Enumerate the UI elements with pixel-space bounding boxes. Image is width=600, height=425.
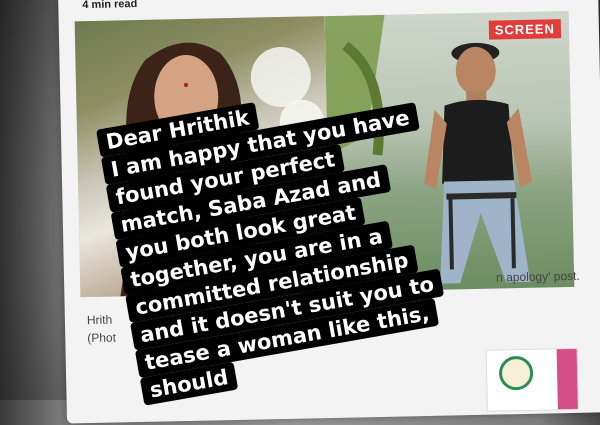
screen-badge: SCREEN: [488, 19, 562, 40]
caption-line-1: Hrith: [86, 312, 113, 328]
ad-strip: [556, 348, 578, 410]
read-time: 4 min read: [82, 0, 138, 12]
photo-caption: Hrith (Phot: [87, 311, 116, 348]
caption-line-2: (Phot: [87, 330, 117, 346]
